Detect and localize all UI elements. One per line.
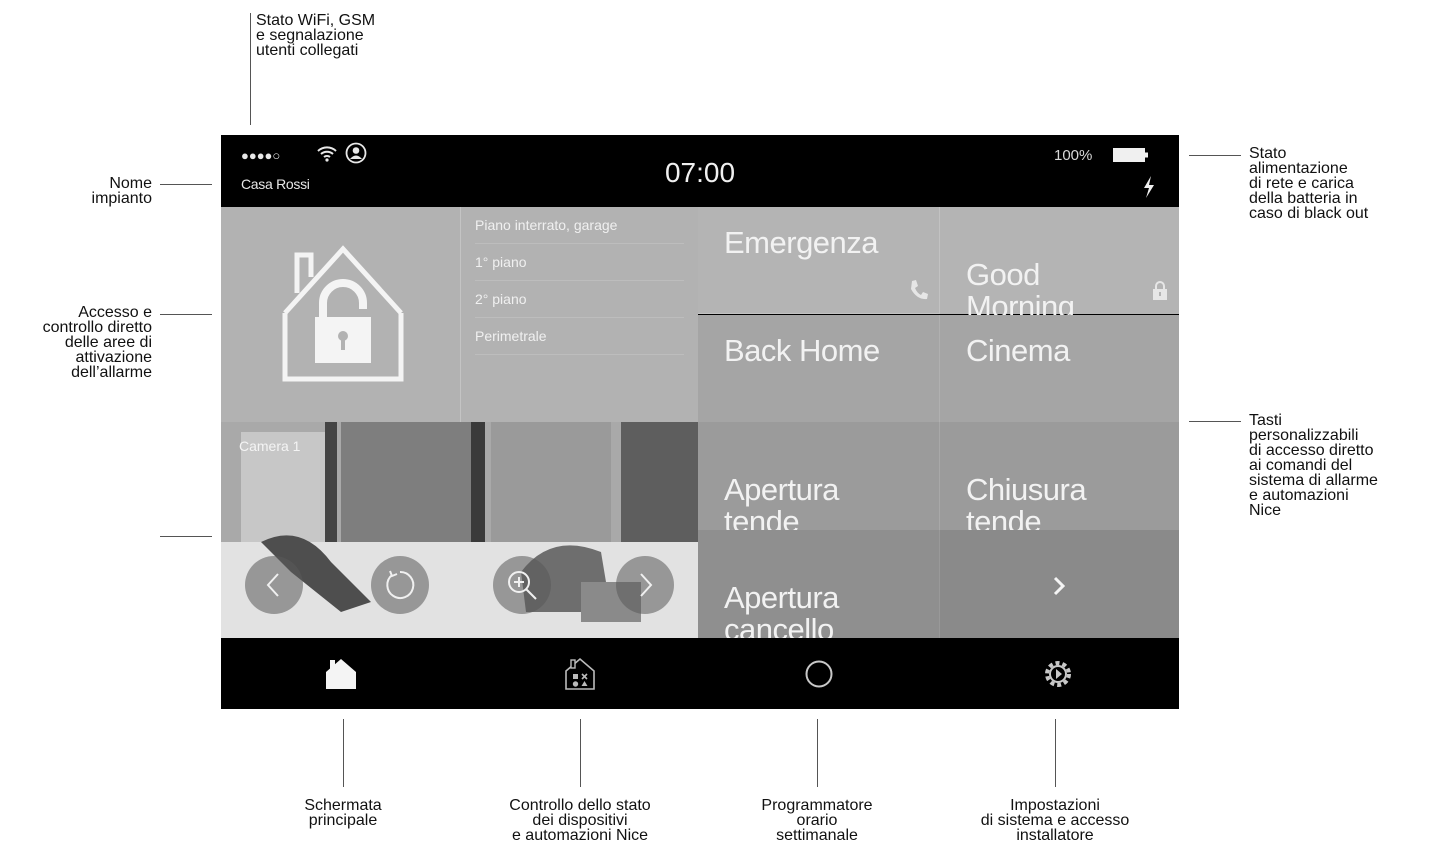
shortcut-label: Cinema [966,333,1070,368]
chevron-right-icon [640,573,653,597]
shortcut-label: Good Morning [966,257,1075,324]
alarm-areas-list: Piano interrato, garage 1° piano 2° pian… [460,207,698,422]
callout-line-settings [1055,719,1056,787]
callout-device-control: Controllo dello stato dei dispositivi e … [509,797,651,844]
clock-time: 07:00 [664,157,736,188]
alarm-lock-tile[interactable] [221,207,460,422]
callout-line-system-name [160,184,212,185]
callout-line-camera [160,536,212,537]
home-icon [325,658,356,689]
main-content: Piano interrato, garage 1° piano 2° pian… [221,207,1179,646]
alarm-area-item[interactable]: 1° piano [475,244,684,281]
shortcut-label: Emergenza [724,225,879,260]
shortcut-label: Apertura tende [724,472,839,539]
camera-zoom-button[interactable] [493,556,551,614]
callout-line-wifi [250,13,251,125]
scheduler-circle-icon [805,660,832,687]
callout-power-status: Stato alimentazione di rete e carica del… [1249,145,1369,222]
shortcut-open-gate[interactable]: Apertura cancello [698,530,939,646]
chevron-right-icon [1050,572,1068,604]
camera-next-button[interactable] [616,556,674,614]
shortcut-open-curtains[interactable]: Apertura tende [698,422,939,538]
callout-scheduler: Programmatore orario settimanale [761,797,873,844]
chevron-left-icon [266,573,279,597]
charging-bolt-icon [1142,176,1156,203]
shortcut-emergency[interactable]: Emergenza [698,207,939,314]
battery-icon [1113,147,1149,168]
nav-devices-button[interactable] [460,638,699,709]
shortcut-more-button[interactable] [939,530,1179,638]
camera-label: Camera 1 [239,438,301,454]
shortcut-good-morning[interactable]: Good Morning [939,207,1179,323]
unlocked-house-icon [281,243,405,388]
callout-alarm-areas: Accesso e controllo diretto delle aree d… [42,304,152,381]
camera-previous-button[interactable] [245,556,303,614]
shortcut-label: Apertura cancello [724,580,839,647]
shortcut-label: Back Home [724,333,880,368]
callout-line-alarm-areas [160,314,212,315]
shortcut-label: Chiusura tende [966,472,1087,539]
shortcut-back-home[interactable]: Back Home [698,315,939,422]
camera-view[interactable]: Camera 1 [221,422,698,638]
nav-settings-button[interactable] [938,638,1177,709]
zoom-in-icon [508,571,537,600]
callout-settings: Impostazioni di sistema e accesso instal… [980,797,1130,844]
callout-line-custom-keys [1189,421,1241,422]
devices-house-icon [564,657,595,690]
callout-custom-keys: Tasti personalizzabili di accesso dirett… [1249,412,1378,519]
gear-icon [1044,660,1071,687]
callout-line-device-control [580,719,581,787]
status-bar: ●●●●○ Casa Rossi 07:00 100% [221,135,1179,207]
lock-icon [1152,242,1168,306]
nav-home-button[interactable] [221,638,460,709]
callout-system-name: Nome impianto [91,175,152,207]
alarm-area-item[interactable]: 2° piano [475,281,684,318]
callout-wifi-status: Stato WiFi, GSM e segnalazione utenti co… [256,12,376,59]
phone-icon [909,275,929,307]
callout-line-power [1189,155,1241,156]
callout-main-screen: Schermata principale [304,797,382,829]
camera-refresh-button[interactable] [371,556,429,614]
callout-line-main-screen [343,719,344,787]
shortcut-close-curtains[interactable]: Chiusura tende [939,422,1179,538]
callout-line-scheduler [817,719,818,787]
bottom-navigation [221,638,1179,709]
shortcut-cinema[interactable]: Cinema [939,315,1179,422]
device-screen: ●●●●○ Casa Rossi 07:00 100% Piano interr… [221,135,1179,709]
alarm-area-item[interactable]: Piano interrato, garage [475,207,684,244]
refresh-icon [386,570,415,599]
nav-scheduler-button[interactable] [699,638,938,709]
battery-percent: 100% [1054,147,1093,164]
alarm-area-item[interactable]: Perimetrale [475,318,684,355]
